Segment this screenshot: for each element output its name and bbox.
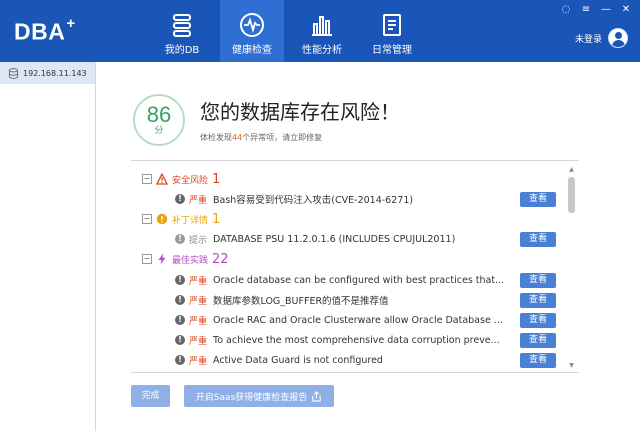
vertical-scrollbar[interactable]: ▲ ▼ (567, 165, 576, 370)
saas-report-button[interactable]: 开启Saas获得健康检查报告 (184, 385, 334, 407)
nav-label: 性能分析 (302, 45, 342, 56)
severity-label: 严重 (189, 195, 208, 206)
exclamation-icon: ! (175, 335, 185, 345)
bar-chart-icon (312, 16, 332, 36)
category-label: 补丁详情 1 (172, 211, 221, 227)
exclamation-circle-icon (156, 213, 168, 225)
exclamation-icon: ! (175, 295, 185, 305)
scroll-track[interactable] (567, 174, 576, 361)
category-label: 最佳实践 22 (172, 251, 229, 267)
issue-row[interactable]: ! 提示 DATABASE PSU 11.2.0.1.6 (INCLUDES C… (131, 229, 563, 249)
pulse-monitor-icon (240, 13, 264, 37)
issue-row[interactable]: ! 严重 To achieve the most comprehensive d… (131, 330, 563, 350)
issue-description: Oracle database can be configured with b… (213, 274, 505, 286)
main-nav: 我的DB 健康检查 性能分析 日常管理 (150, 0, 430, 62)
health-score-badge: 86 分 (133, 94, 185, 146)
sidebar: 192.168.11.143 (0, 62, 96, 431)
collapse-toggle[interactable]: − (142, 214, 152, 224)
severity-label: 严重 (189, 356, 208, 367)
severity-label: 提示 (189, 235, 208, 246)
category-label: 安全风险 1 (172, 171, 221, 187)
issue-summary: 体检发现44个异常项，请立即修复 (200, 133, 323, 142)
severity-label: 严重 (189, 276, 208, 287)
issue-description: DATABASE PSU 11.2.0.1.6 (INCLUDES CPUJUL… (213, 233, 456, 245)
exclamation-icon: ! (175, 275, 185, 285)
menu-icon[interactable]: ≡ (576, 2, 596, 16)
nav-tab-performance[interactable]: 性能分析 (290, 0, 354, 62)
category-row-security[interactable]: − 安全风险 1 (131, 169, 563, 189)
exclamation-icon: ! (175, 234, 185, 244)
nav-label: 日常管理 (372, 45, 412, 56)
database-icon (8, 67, 19, 79)
nav-tab-my-db[interactable]: 我的DB (150, 0, 214, 62)
collapse-toggle[interactable]: − (142, 254, 152, 264)
document-list-icon (383, 14, 401, 36)
issue-count: 44 (232, 133, 243, 142)
exclamation-icon: ! (175, 194, 185, 204)
minimize-icon[interactable]: — (596, 2, 616, 16)
health-score-value: 86 (146, 101, 172, 127)
warning-triangle-icon (156, 173, 168, 185)
lightning-icon (158, 253, 166, 265)
issue-row[interactable]: ! 严重 Active Data Guard is not configured… (131, 350, 563, 370)
exclamation-icon: ! (175, 315, 185, 325)
view-button[interactable]: 查看 (520, 352, 556, 368)
chat-icon[interactable]: ◌ (556, 2, 576, 16)
view-button[interactable]: 查看 (520, 231, 556, 247)
scroll-thumb[interactable] (568, 177, 575, 213)
issue-description: To achieve the most comprehensive data c… (213, 334, 500, 346)
nav-tab-daily-management[interactable]: 日常管理 (360, 0, 424, 62)
scroll-down-icon[interactable]: ▼ (567, 361, 576, 370)
issue-description: 数据库参数LOG_BUFFER的值不是推荐值 (213, 296, 389, 307)
app-logo: DBA+ (14, 15, 76, 45)
view-button[interactable]: 查看 (520, 332, 556, 348)
login-status[interactable]: 未登录 (575, 32, 602, 45)
user-area[interactable]: 未登录 (575, 28, 628, 48)
view-button[interactable]: 查看 (520, 191, 556, 207)
nav-tab-health-check[interactable]: 健康检查 (220, 0, 284, 62)
nav-label: 健康检查 (232, 45, 272, 56)
view-button[interactable]: 查看 (520, 292, 556, 308)
issue-row[interactable]: ! 严重 数据库参数LOG_BUFFER的值不是推荐值 查看 (131, 290, 563, 310)
window-controls: ◌ ≡ — ✕ (556, 2, 636, 16)
view-button[interactable]: 查看 (520, 272, 556, 288)
issue-row[interactable]: ! 严重 Oracle RAC and Oracle Clusterware a… (131, 310, 563, 330)
avatar[interactable] (608, 28, 628, 48)
saas-report-label: 开启Saas获得健康检查报告 (195, 392, 308, 403)
issue-row[interactable]: ! 严重 Oracle database can be configured w… (131, 270, 563, 290)
nav-label: 我的DB (164, 45, 200, 56)
issue-description: Bash容易受到代码注入攻击(CVE-2014-6271) (213, 195, 414, 206)
issue-description: Oracle RAC and Oracle Clusterware allow … (213, 314, 503, 326)
close-icon[interactable]: ✕ (616, 2, 636, 16)
category-row-best-practice[interactable]: − 最佳实践 22 (131, 249, 563, 269)
issue-list-panel: − 安全风险 1 ! 严重 Bash容易受到代码注入攻击(CVE-2014-627… (131, 160, 579, 373)
header-bar: DBA+ 我的DB 健康检查 性能分析 日常管理 ◌ ≡ — ✕ 未登录 (0, 0, 640, 62)
sidebar-item-label: 192.168.11.143 (23, 68, 87, 78)
issue-description: Active Data Guard is not configured (213, 354, 383, 366)
collapse-toggle[interactable]: − (142, 174, 152, 184)
scroll-up-icon[interactable]: ▲ (567, 165, 576, 174)
share-icon (312, 390, 321, 402)
issue-row[interactable]: ! 严重 Bash容易受到代码注入攻击(CVE-2014-6271) 查看 (131, 189, 563, 209)
exclamation-icon: ! (175, 355, 185, 365)
view-button[interactable]: 查看 (520, 312, 556, 328)
health-score-unit: 分 (154, 125, 164, 136)
category-row-patch[interactable]: − 补丁详情 1 (131, 209, 563, 229)
severity-label: 严重 (189, 336, 208, 347)
severity-label: 严重 (189, 296, 208, 307)
sidebar-item-server[interactable]: 192.168.11.143 (0, 62, 95, 84)
done-button[interactable]: 完成 (131, 385, 170, 407)
page-title: 您的数据库存在风险！ (200, 100, 400, 124)
severity-label: 严重 (189, 316, 208, 327)
server-stack-icon (173, 14, 191, 37)
